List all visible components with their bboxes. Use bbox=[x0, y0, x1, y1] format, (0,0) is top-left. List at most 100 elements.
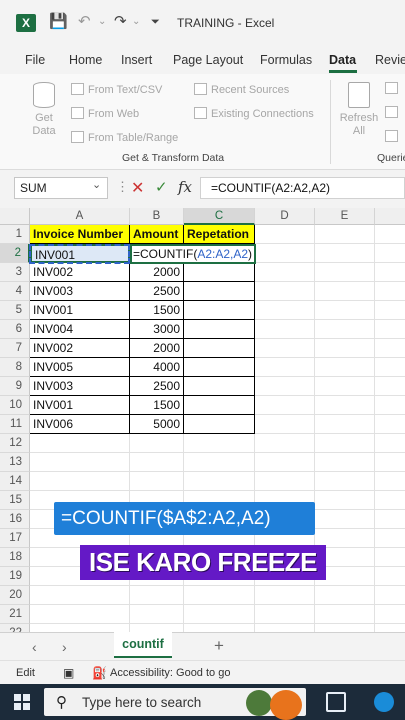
empty-cell[interactable] bbox=[315, 586, 375, 605]
get-data-button[interactable]: Get Data bbox=[26, 82, 62, 138]
edit-links-icon[interactable] bbox=[385, 130, 402, 143]
empty-cell[interactable] bbox=[255, 282, 315, 301]
empty-cell[interactable] bbox=[255, 453, 315, 472]
empty-cell[interactable] bbox=[315, 434, 375, 453]
existing-connections-button[interactable]: Existing Connections bbox=[194, 107, 314, 120]
empty-cell[interactable] bbox=[315, 472, 375, 491]
empty-cell[interactable] bbox=[130, 434, 184, 453]
tab-file[interactable]: File bbox=[25, 53, 45, 67]
empty-cell[interactable] bbox=[375, 396, 405, 415]
table-cell[interactable] bbox=[184, 282, 255, 301]
empty-cell[interactable] bbox=[315, 282, 375, 301]
task-view-icon[interactable] bbox=[326, 692, 346, 712]
table-cell[interactable] bbox=[184, 263, 255, 282]
table-cell[interactable] bbox=[184, 358, 255, 377]
empty-cell[interactable] bbox=[255, 434, 315, 453]
row-header-20[interactable]: 20 bbox=[0, 586, 30, 605]
empty-cell[interactable] bbox=[30, 624, 130, 632]
table-cell[interactable]: 2500 bbox=[130, 282, 184, 301]
customize-toolbar-icon[interactable]: ⏷ bbox=[151, 16, 160, 29]
cancel-icon[interactable]: ✕ bbox=[131, 178, 144, 198]
table-cell[interactable]: INV003 bbox=[30, 282, 130, 301]
enter-check-icon[interactable]: ✓ bbox=[155, 178, 168, 196]
empty-cell[interactable] bbox=[130, 624, 184, 632]
empty-cell[interactable] bbox=[375, 548, 405, 567]
previous-sheet-icon[interactable]: ‹ bbox=[32, 639, 37, 655]
table-cell[interactable]: 3000 bbox=[130, 320, 184, 339]
empty-cell[interactable] bbox=[255, 320, 315, 339]
save-icon[interactable]: 💾 bbox=[49, 12, 68, 30]
table-cell[interactable] bbox=[184, 301, 255, 320]
empty-cell[interactable] bbox=[184, 624, 255, 632]
next-sheet-icon[interactable]: › bbox=[62, 639, 67, 655]
empty-cell[interactable] bbox=[255, 225, 315, 244]
empty-cell[interactable] bbox=[315, 320, 375, 339]
row-header-19[interactable]: 19 bbox=[0, 567, 30, 586]
column-header-f[interactable] bbox=[375, 208, 405, 225]
empty-cell[interactable] bbox=[375, 586, 405, 605]
empty-cell[interactable] bbox=[184, 434, 255, 453]
row-header-1[interactable]: 1 bbox=[0, 225, 30, 244]
row-header-2[interactable]: 2 bbox=[0, 244, 30, 263]
table-cell[interactable]: 2000 bbox=[130, 263, 184, 282]
empty-cell[interactable] bbox=[375, 415, 405, 434]
empty-cell[interactable] bbox=[30, 434, 130, 453]
empty-cell[interactable] bbox=[375, 282, 405, 301]
row-header-17[interactable]: 17 bbox=[0, 529, 30, 548]
empty-cell[interactable] bbox=[255, 358, 315, 377]
empty-cell[interactable] bbox=[375, 358, 405, 377]
table-cell[interactable]: 4000 bbox=[130, 358, 184, 377]
empty-cell[interactable] bbox=[255, 244, 315, 263]
empty-cell[interactable] bbox=[130, 472, 184, 491]
empty-cell[interactable] bbox=[184, 586, 255, 605]
table-cell[interactable]: INV002 bbox=[30, 339, 130, 358]
tab-home[interactable]: Home bbox=[69, 53, 102, 67]
empty-cell[interactable] bbox=[130, 453, 184, 472]
properties-icon[interactable] bbox=[385, 106, 402, 119]
table-cell[interactable]: INV006 bbox=[30, 415, 130, 434]
empty-cell[interactable] bbox=[315, 339, 375, 358]
empty-cell[interactable] bbox=[255, 415, 315, 434]
redo-icon[interactable]: ↷ bbox=[114, 12, 127, 30]
taskbar-search[interactable]: ⚲ Type here to search bbox=[44, 688, 306, 720]
row-header-16[interactable]: 16 bbox=[0, 510, 30, 529]
recent-sources-button[interactable]: Recent Sources bbox=[194, 83, 289, 96]
edge-browser-icon[interactable] bbox=[374, 692, 394, 712]
empty-cell[interactable] bbox=[375, 434, 405, 453]
windows-start-icon[interactable] bbox=[14, 694, 30, 710]
table-cell[interactable] bbox=[184, 377, 255, 396]
row-header-21[interactable]: 21 bbox=[0, 605, 30, 624]
cell-edit-box[interactable]: =COUNTIF(A2:A2,A2) bbox=[130, 244, 256, 264]
table-cell[interactable]: 2500 bbox=[130, 377, 184, 396]
empty-cell[interactable] bbox=[375, 624, 405, 632]
empty-cell[interactable] bbox=[255, 263, 315, 282]
table-cell[interactable]: 1500 bbox=[130, 301, 184, 320]
column-header-b[interactable]: B bbox=[130, 208, 184, 225]
sheet-tab-countif[interactable]: countif bbox=[114, 632, 172, 658]
table-cell[interactable]: INV004 bbox=[30, 320, 130, 339]
table-cell[interactable]: INV002 bbox=[30, 263, 130, 282]
empty-cell[interactable] bbox=[315, 358, 375, 377]
empty-cell[interactable] bbox=[315, 263, 375, 282]
insert-function-icon[interactable]: fx bbox=[178, 178, 192, 196]
empty-cell[interactable] bbox=[375, 225, 405, 244]
empty-cell[interactable] bbox=[375, 510, 405, 529]
empty-cell[interactable] bbox=[315, 415, 375, 434]
empty-cell[interactable] bbox=[375, 320, 405, 339]
row-header-9[interactable]: 9 bbox=[0, 377, 30, 396]
refresh-all-button[interactable]: Refresh All bbox=[338, 82, 380, 138]
empty-cell[interactable] bbox=[315, 491, 375, 510]
empty-cell[interactable] bbox=[375, 567, 405, 586]
tab-data[interactable]: Data bbox=[329, 53, 356, 67]
empty-cell[interactable] bbox=[255, 377, 315, 396]
row-header-12[interactable]: 12 bbox=[0, 434, 30, 453]
redo-dropdown-icon[interactable]: ⌄ bbox=[132, 16, 140, 27]
from-web-button[interactable]: From Web bbox=[71, 107, 139, 120]
empty-cell[interactable] bbox=[30, 472, 130, 491]
column-header-a[interactable]: A bbox=[30, 208, 130, 225]
empty-cell[interactable] bbox=[375, 377, 405, 396]
empty-cell[interactable] bbox=[315, 624, 375, 632]
empty-cell[interactable] bbox=[375, 244, 405, 263]
table-cell[interactable]: INV001 bbox=[30, 301, 130, 320]
empty-cell[interactable] bbox=[255, 586, 315, 605]
